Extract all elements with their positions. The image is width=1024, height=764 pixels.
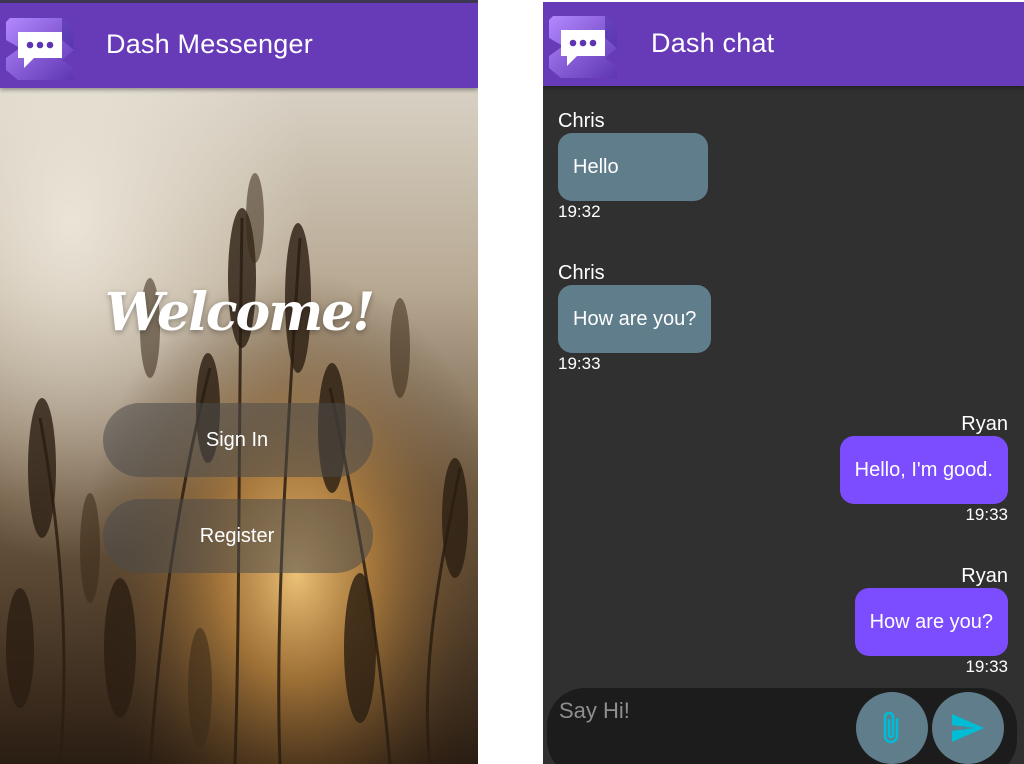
message-input[interactable]: Say Hi! xyxy=(559,698,630,724)
message-sender: Ryan xyxy=(961,565,1008,587)
message-bubble: How are you? xyxy=(558,285,712,353)
message-time: 19:32 xyxy=(558,202,601,221)
message-bubble: Hello xyxy=(558,133,708,201)
message-item: Ryan How are you? 19:33 xyxy=(854,564,1008,678)
status-strip xyxy=(543,0,1024,2)
welcome-heading: Welcome! xyxy=(104,282,375,343)
chat-screen: Dash chat Chris Hello 19:32 Chris How ar… xyxy=(543,0,1024,764)
message-time: 19:33 xyxy=(965,657,1008,676)
message-sender: Chris xyxy=(558,262,605,284)
status-strip xyxy=(0,0,478,3)
welcome-screen: Dash Messenger Welcome! Sign In Register xyxy=(0,0,478,764)
send-button[interactable] xyxy=(932,692,1004,764)
message-sender: Ryan xyxy=(961,413,1008,435)
message-item: Chris Hello 19:32 xyxy=(558,109,708,223)
paperclip-icon xyxy=(883,711,899,744)
message-time: 19:33 xyxy=(965,505,1008,524)
sign-in-label: Sign In xyxy=(205,428,269,451)
message-item: Chris How are you? 19:33 xyxy=(558,261,712,375)
app-bar: Dash Messenger xyxy=(0,3,478,88)
app-title: Dash Messenger xyxy=(106,29,313,59)
app-bar: Dash chat xyxy=(543,2,1024,86)
message-item: Ryan Hello, I'm good. 19:33 xyxy=(839,412,1008,526)
app-title: Dash chat xyxy=(651,28,775,58)
message-bubble: Hello, I'm good. xyxy=(839,436,1008,504)
attach-button[interactable] xyxy=(856,692,928,764)
message-time: 19:33 xyxy=(558,354,601,373)
register-label: Register xyxy=(199,524,275,547)
message-sender: Chris xyxy=(558,110,605,132)
register-button[interactable]: Register xyxy=(103,499,373,573)
message-bubble: How are you? xyxy=(854,588,1008,656)
chat-bubble-logo-icon xyxy=(549,16,617,78)
chat-bubble-logo-icon xyxy=(6,18,74,80)
sign-in-button[interactable]: Sign In xyxy=(103,403,373,477)
send-icon xyxy=(952,714,984,742)
